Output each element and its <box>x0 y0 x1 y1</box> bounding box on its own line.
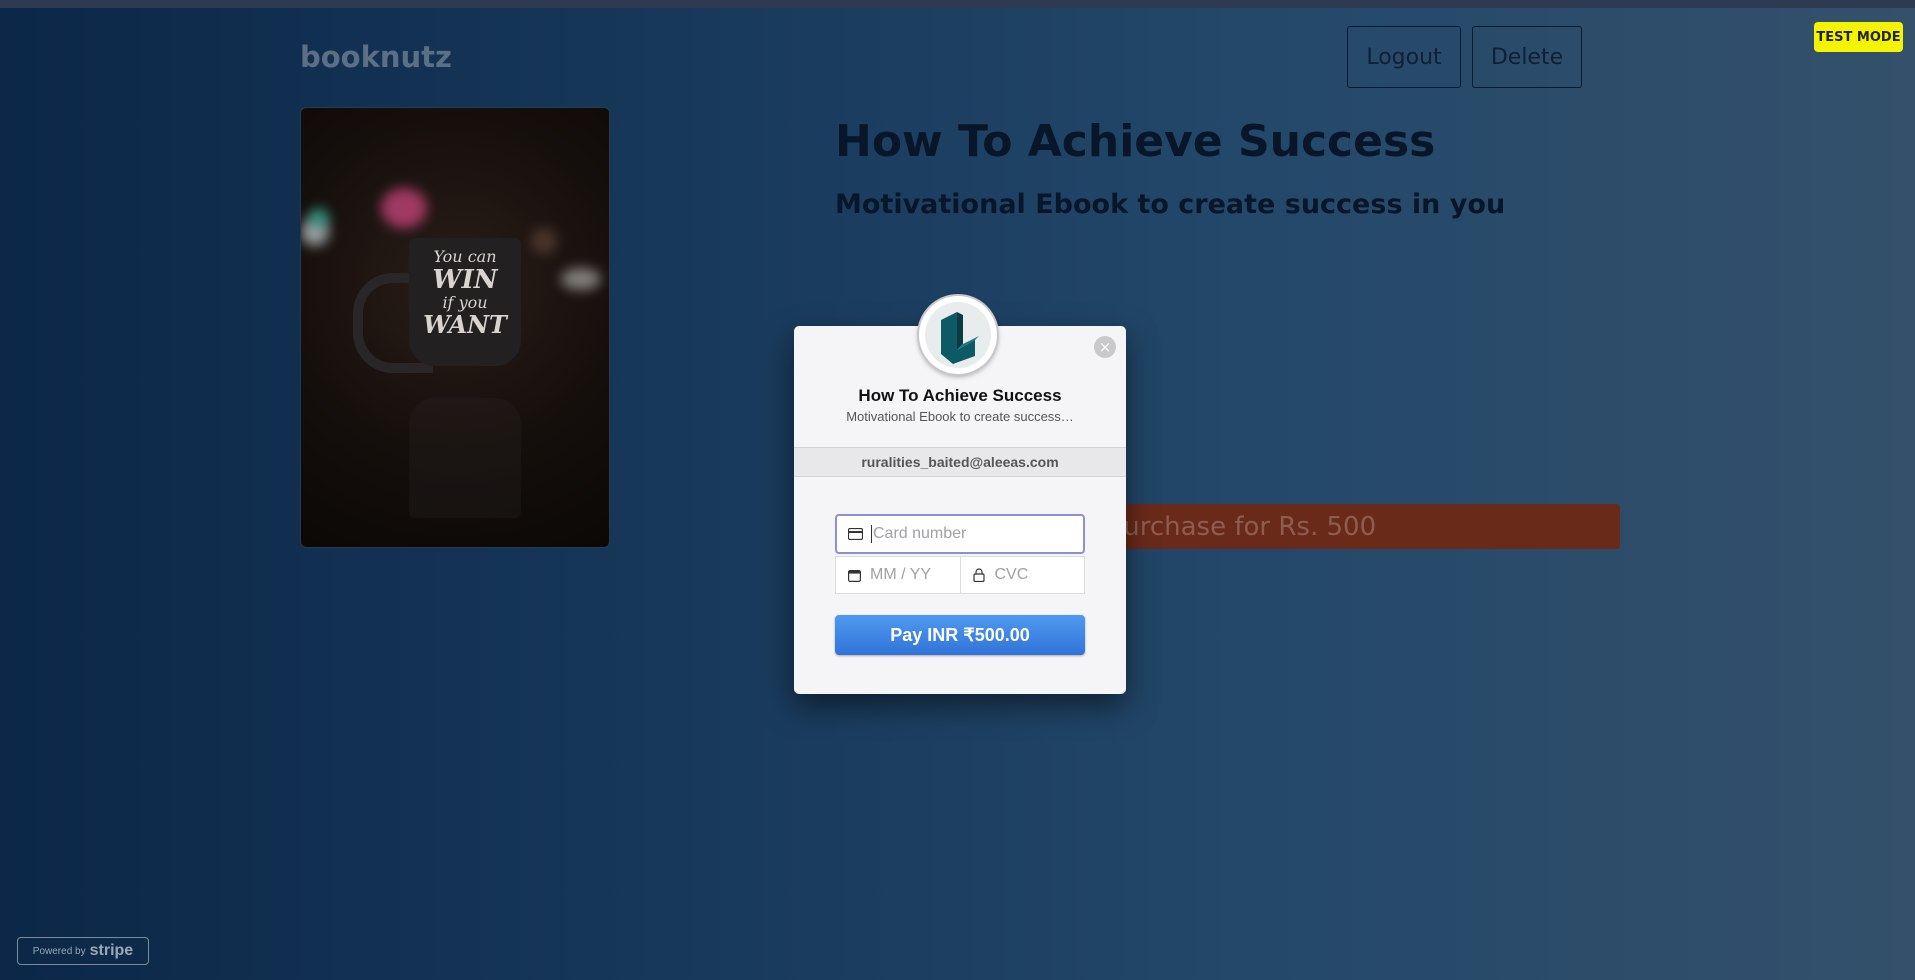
checkout-subtitle: Motivational Ebook to create success… <box>846 409 1074 424</box>
pay-button[interactable]: Pay INR ₹500.00 <box>835 615 1085 655</box>
checkout-title: How To Achieve Success <box>858 386 1062 405</box>
checkout-modal: × How To Achieve Success Motivational Eb… <box>794 296 1126 694</box>
expiry-cvc-row: MM / YY CVC <box>835 556 1085 594</box>
card-number-placeholder: Card number <box>873 525 967 542</box>
lock-icon <box>971 567 987 583</box>
calendar-icon <box>846 567 862 583</box>
text-caret <box>871 525 872 543</box>
merchant-logo <box>919 296 997 374</box>
close-icon[interactable]: × <box>1094 336 1116 358</box>
cvc-placeholder: CVC <box>994 566 1029 583</box>
cvc-input[interactable]: CVC <box>960 556 1085 594</box>
card-number-input[interactable]: Card number <box>835 514 1085 554</box>
checkout-email[interactable]: ruralities_baited@aleeas.com <box>794 447 1126 477</box>
powered-by-stripe-badge[interactable]: Powered by stripe <box>17 937 149 965</box>
powered-by-label: Powered by <box>32 945 86 957</box>
expiry-input[interactable]: MM / YY <box>835 556 961 594</box>
stripe-wordmark: stripe <box>89 942 134 959</box>
expiry-placeholder: MM / YY <box>870 566 932 583</box>
card-icon <box>847 526 863 542</box>
